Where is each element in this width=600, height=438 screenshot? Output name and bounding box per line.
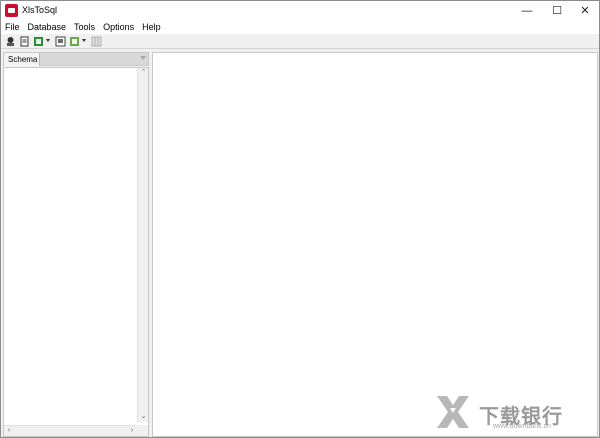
- import-excel-icon[interactable]: [32, 35, 44, 47]
- horizontal-scrollbar[interactable]: ‹ ›: [4, 425, 137, 436]
- main-workspace[interactable]: [152, 52, 598, 437]
- app-logo-icon: [5, 4, 18, 17]
- grid-icon[interactable]: [90, 35, 102, 47]
- app-window: XlsToSql — ☐ ✕ File Database Tools Optio…: [0, 0, 600, 438]
- close-button[interactable]: ✕: [571, 1, 599, 20]
- preview-icon[interactable]: [54, 35, 66, 47]
- maximize-button[interactable]: ☐: [543, 1, 571, 20]
- tab-scroll-icon[interactable]: [140, 56, 146, 60]
- schema-tree[interactable]: ⌃ ⌄ ‹ ›: [3, 67, 149, 437]
- watermark-logo-icon: [437, 396, 469, 428]
- menu-tools[interactable]: Tools: [70, 20, 99, 34]
- export-dropdown-arrow-icon[interactable]: [82, 39, 86, 42]
- scroll-right-icon[interactable]: ›: [128, 427, 136, 435]
- window-title: XlsToSql: [22, 5, 58, 15]
- title-bar[interactable]: XlsToSql — ☐ ✕: [1, 1, 599, 20]
- tab-strip: Schema: [3, 52, 149, 66]
- toolbar: [1, 34, 599, 49]
- minimize-button[interactable]: —: [513, 1, 541, 20]
- scroll-up-icon[interactable]: ⌃: [140, 69, 147, 77]
- scrollbar-corner: [137, 425, 148, 436]
- watermark-subtext: www.downbank.cn: [493, 423, 551, 430]
- menu-bar: File Database Tools Options Help: [1, 20, 599, 34]
- connect-icon[interactable]: [4, 35, 16, 47]
- import-dropdown-arrow-icon[interactable]: [46, 39, 50, 42]
- schema-panel: Schema ⌃ ⌄ ‹ ›: [3, 52, 149, 437]
- export-icon[interactable]: [68, 35, 80, 47]
- scroll-left-icon[interactable]: ‹: [5, 427, 13, 435]
- watermark: 下载银行 www.downbank.cn: [433, 394, 593, 430]
- script-icon[interactable]: [18, 35, 30, 47]
- menu-file[interactable]: File: [1, 20, 24, 34]
- tab-schema[interactable]: Schema: [4, 53, 40, 66]
- menu-database[interactable]: Database: [24, 20, 71, 34]
- menu-help[interactable]: Help: [138, 20, 165, 34]
- vertical-scrollbar[interactable]: ⌃ ⌄: [137, 68, 148, 422]
- menu-options[interactable]: Options: [99, 20, 138, 34]
- scroll-down-icon[interactable]: ⌄: [140, 413, 147, 421]
